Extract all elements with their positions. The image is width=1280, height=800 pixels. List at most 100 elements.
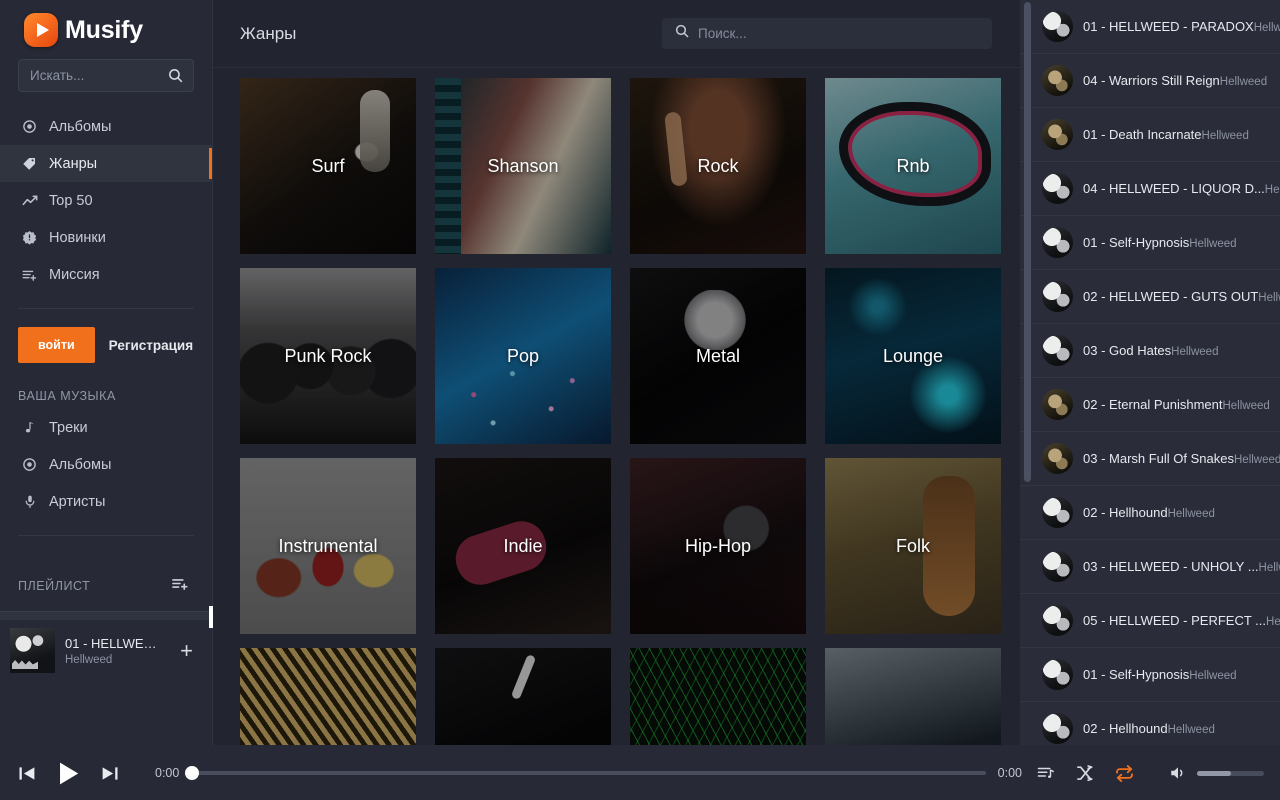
progress-knob[interactable] [185,766,200,780]
play-button[interactable] [54,759,83,788]
queue-item[interactable]: 02 - Eternal PunishmentHellweed [1020,378,1280,432]
genre-overlay [825,648,1001,745]
main-search-input[interactable] [698,26,980,41]
sidebar-item-label: Треки [49,419,88,436]
duration-time: 0:00 [997,766,1022,780]
genre-card[interactable] [435,648,611,745]
previous-track-button[interactable] [16,763,37,784]
queue-scrollbar-thumb[interactable] [1024,2,1031,482]
now-playing-item[interactable]: 01 - HELLWEED - Hellweed + [0,620,212,673]
register-button[interactable]: Регистрация [109,338,193,353]
queue-item-title: 04 - Warriors Still Reign [1083,72,1220,88]
sidebar-item-tracks[interactable]: Треки [0,409,212,446]
sidebar-item-my-albums[interactable]: Альбомы [0,446,212,483]
genre-card[interactable]: Shanson [435,78,611,254]
queue-item[interactable]: 03 - Marsh Full Of SnakesHellweed [1020,432,1280,486]
queue-item-meta: 03 - God HatesHellweed [1083,342,1270,360]
main-search[interactable] [662,18,992,49]
queue-item-title: 03 - Marsh Full Of Snakes [1083,450,1234,466]
player-bar: 0:00 0:00 [0,745,1280,800]
genre-label: Lounge [882,345,944,366]
genre-label: Folk [895,535,930,556]
add-track-button[interactable]: + [173,639,200,662]
repeat-icon[interactable] [1114,764,1135,783]
queue-item-meta: 05 - HELLWEED - PERFECT ...Hellweed [1083,612,1280,630]
primary-nav: Альбомы Жанры Top 50 Новинки Миссия [0,108,212,293]
queue-item[interactable]: 03 - HELLWEED - UNHOLY ...Hellweed [1020,540,1280,594]
sidebar-item-label: Жанры [49,155,98,172]
transport-controls [16,759,121,788]
queue-item[interactable]: 02 - HELLWEED - GUTS OUTHellweed [1020,270,1280,324]
queue-item[interactable]: 02 - HellhoundHellweed [1020,486,1280,540]
queue-item-artist: Hellweed [1201,129,1249,142]
genre-card[interactable]: Punk Rock [240,268,416,444]
queue-item-meta: 01 - Self-HypnosisHellweed [1083,234,1270,252]
search-icon [167,67,184,89]
genre-card[interactable] [240,648,416,745]
queue-item[interactable]: 04 - HELLWEED - LIQUOR D...Hellweed [1020,162,1280,216]
sidebar-item-genres[interactable]: Жанры [0,145,212,182]
sidebar-item-top50[interactable]: Top 50 [0,182,212,219]
genre-card[interactable]: Instrumental [240,458,416,634]
progress-slider[interactable] [185,766,986,780]
sidebar-item-mission[interactable]: Миссия [0,256,212,293]
queue-item-artist: Hellweed [1266,615,1280,628]
queue-item-title: 05 - HELLWEED - PERFECT ... [1083,612,1267,628]
sidebar-item-label: Миссия [49,266,100,283]
album-art [1042,497,1073,528]
queue-item[interactable]: 05 - HELLWEED - PERFECT ...Hellweed [1020,594,1280,648]
queue-item[interactable]: 01 - Death IncarnateHellweed [1020,108,1280,162]
album-art [1042,605,1073,636]
queue-item-meta: 02 - HELLWEED - GUTS OUTHellweed [1083,288,1280,306]
queue-item[interactable]: 01 - Self-HypnosisHellweed [1020,216,1280,270]
genre-card[interactable]: Surf [240,78,416,254]
volume-slider[interactable] [1197,770,1264,776]
login-button[interactable]: войти [18,327,95,363]
genre-card[interactable]: Indie [435,458,611,634]
genre-card[interactable]: Lounge [825,268,1001,444]
queue-item-artist: Hellweed [1264,183,1280,196]
genre-card[interactable]: Hip-Hop [630,458,806,634]
trending-up-icon [21,193,38,209]
album-art [1042,659,1073,690]
queue-item-title: 01 - Death Incarnate [1083,126,1202,142]
add-playlist-icon[interactable] [170,575,190,597]
queue-item-artist: Hellweed [1167,723,1215,736]
sidebar-item-albums[interactable]: Альбомы [0,108,212,145]
sidebar-item-artists[interactable]: Артисты [0,483,212,520]
volume-icon[interactable] [1168,764,1188,782]
genre-card[interactable]: Folk [825,458,1001,634]
sidebar-item-label: Альбомы [49,456,112,473]
main-header: Жанры [213,0,1020,68]
queue-item-artist: Hellweed [1189,669,1237,682]
queue-item-artist: Hellweed [1171,345,1219,358]
sidebar-item-new[interactable]: Новинки [0,219,212,256]
queue-item[interactable]: 04 - Warriors Still ReignHellweed [1020,54,1280,108]
shuffle-icon[interactable] [1075,764,1095,783]
queue-icon[interactable] [1036,764,1056,782]
album-art [1042,119,1073,150]
sidebar-item-label: Альбомы [49,118,112,135]
brand-logo[interactable]: Musify [0,0,212,47]
genre-label: Rnb [896,155,930,176]
music-note-icon [21,420,38,435]
genre-card[interactable]: Pop [435,268,611,444]
genre-card[interactable] [630,648,806,745]
queue-item[interactable]: 02 - HellhoundHellweed [1020,702,1280,745]
sidebar-search[interactable] [18,59,194,92]
genre-card[interactable]: Rnb [825,78,1001,254]
volume-control [1168,764,1264,782]
genre-card[interactable]: Metal [630,268,806,444]
genre-label: Punk Rock [284,345,372,366]
playlist-scrollbar[interactable] [0,606,218,628]
queue-item-meta: 03 - HELLWEED - UNHOLY ...Hellweed [1083,558,1280,576]
genre-card[interactable]: Rock [630,78,806,254]
album-art [1042,551,1073,582]
playlist-title: ПЛЕЙЛИСТ [18,579,91,593]
queue-item[interactable]: 03 - God HatesHellweed [1020,324,1280,378]
next-track-button[interactable] [100,763,121,784]
queue-item[interactable]: 01 - HELLWEED - PARADOXHellweed [1020,0,1280,54]
queue-item[interactable]: 01 - Self-HypnosisHellweed [1020,648,1280,702]
queue-item-artist: Hellweed [1258,291,1280,304]
genre-card[interactable] [825,648,1001,745]
